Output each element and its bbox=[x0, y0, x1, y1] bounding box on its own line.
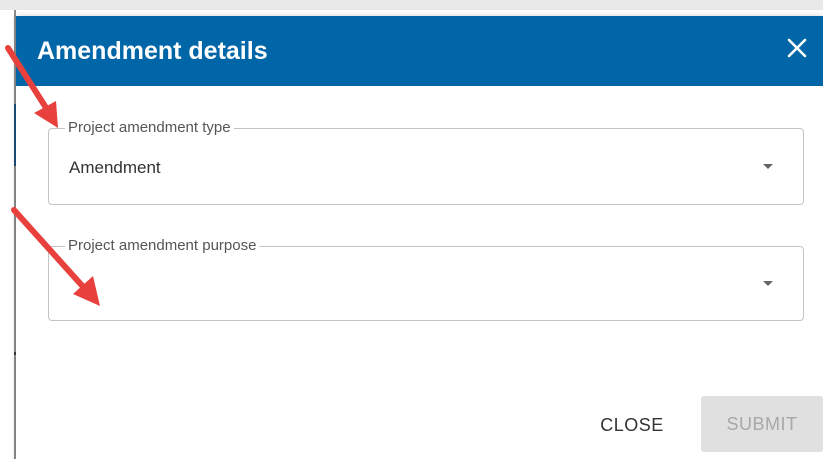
amendment-type-label: Project amendment type bbox=[65, 119, 234, 137]
amendment-purpose-select[interactable]: Project amendment purpose bbox=[48, 237, 804, 321]
dropdown-caret-icon[interactable] bbox=[763, 164, 773, 169]
amendment-dialog: Amendment details Project amendment type… bbox=[16, 16, 823, 459]
close-icon[interactable] bbox=[785, 36, 809, 60]
backdrop-left bbox=[0, 10, 14, 459]
dialog-title: Amendment details bbox=[37, 37, 268, 65]
submit-button[interactable]: SUBMIT bbox=[701, 396, 823, 452]
amendment-type-value: Amendment bbox=[69, 158, 161, 177]
amendment-type-select[interactable]: Project amendment type Amendment bbox=[48, 119, 804, 205]
close-button[interactable]: CLOSE bbox=[589, 408, 675, 442]
dialog-header: Amendment details bbox=[16, 16, 823, 86]
amendment-purpose-label: Project amendment purpose bbox=[65, 237, 260, 255]
backdrop-top bbox=[0, 0, 823, 10]
dropdown-caret-icon[interactable] bbox=[763, 281, 773, 286]
